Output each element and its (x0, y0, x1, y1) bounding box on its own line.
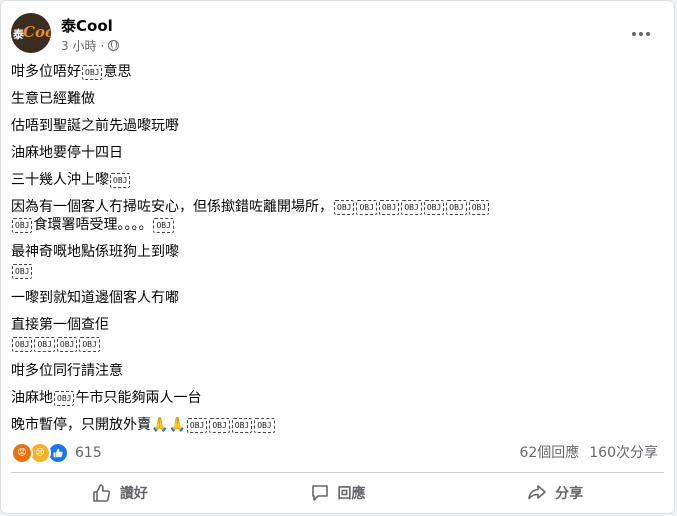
post-text-line: 三十幾人沖上嚟 OBJ (11, 171, 664, 189)
emoji-placeholder: OBJ (186, 417, 208, 433)
post-text-segment: 生意已經難做 (11, 91, 95, 107)
separator-dot: · (100, 38, 105, 53)
post-text-line: 直接第一個查佢 (11, 316, 664, 334)
emoji-placeholder: OBJ (231, 417, 253, 433)
reactions-summary[interactable]: 😡 😢 615 (11, 442, 102, 464)
emoji-placeholder: OBJ (34, 336, 55, 352)
post-text-line: 油麻地要停十四日 (11, 144, 664, 162)
emoji-placeholder: OBJ (54, 390, 75, 406)
emoji-placeholder: OBJ (56, 336, 78, 352)
emoji-placeholder: OBJ (79, 336, 100, 352)
pray-emoji: 🙏 (151, 417, 169, 433)
avatar-text-2: Cool (23, 23, 51, 41)
post-text-segment: 意思 (103, 64, 132, 80)
post-text-segment: 一嚟到就知道邊個客人冇嘟 (11, 290, 179, 306)
post-text-line: 因為有一個客人冇掃咗安心，但係撳錯咗離開場所， OBJ OBJ OBJ OBJ OBJ OB… (11, 198, 664, 234)
emoji-placeholder: OBJ (82, 64, 103, 80)
emoji-placeholder: OBJ (12, 217, 33, 233)
emoji-placeholder: OBJ (110, 172, 131, 188)
author-name[interactable]: 泰Cool (61, 15, 113, 36)
comment-button[interactable]: 回應 (229, 475, 447, 511)
comment-share-counts: 62個回應 160次分享 (519, 442, 658, 462)
post-time[interactable]: 3 小時 (61, 37, 96, 54)
share-button[interactable]: 分享 (446, 475, 664, 511)
post-text-line: 咁多位唔好 OBJ 意思 (11, 63, 664, 81)
emoji-placeholder: OBJ (209, 417, 230, 433)
emoji-placeholder: OBJ (378, 199, 400, 215)
angry-icon: 😡 (11, 442, 33, 464)
post-text-segment: 油麻地 (11, 390, 53, 406)
globe-icon[interactable] (108, 40, 120, 51)
divider (11, 472, 664, 473)
post-text-segment: 最神奇嘅地點係班狗上到嚟 (11, 244, 179, 260)
post-text-line: 油麻地 OBJ 午市只能夠兩人一台 (11, 389, 664, 407)
emoji-placeholder: OBJ (12, 263, 33, 279)
post-stats: 😡 😢 615 62個回應 160次分享 (11, 440, 658, 464)
emoji-placeholder: OBJ (254, 417, 275, 433)
post-text-segment: 咁多位同行請注意 (11, 363, 123, 379)
post-text-line: 晚市暫停，只開放外賣🙏🙏 OBJ OBJ OBJ OBJ (11, 416, 664, 434)
post-text-segment: 油麻地要停十四日 (11, 145, 123, 161)
shares-count[interactable]: 160次分享 (589, 442, 658, 462)
emoji-placeholder: OBJ (423, 199, 445, 215)
post-text-segment: 咁多位唔好 (11, 64, 81, 80)
emoji-placeholder: OBJ (446, 199, 467, 215)
post-text-line: 咁多位同行請注意 (11, 362, 664, 380)
like-button[interactable]: 讚好 (11, 475, 229, 511)
post-text-line: 一嚟到就知道邊個客人冇嘟 (11, 289, 664, 307)
emoji-placeholder: OBJ (334, 199, 355, 215)
post-text-segment: 因為有一個客人冇掃咗安心，但係撳錯咗離開場所， (11, 199, 333, 215)
post-text-segment: 直接第一個查佢 (11, 317, 109, 333)
post-text-segment: 三十幾人沖上嚟 (11, 172, 109, 188)
thumbs-up-icon (93, 484, 110, 502)
avatar[interactable]: 泰 Cool (11, 13, 51, 53)
post-text-segment: 食環署唔受理。。。。 (33, 217, 153, 233)
post-header: 泰 Cool 泰Cool 3 小時 · (11, 13, 664, 57)
share-label: 分享 (555, 486, 584, 502)
post-text-line: 估唔到聖誕之前先過嚟玩嘢 (11, 117, 664, 135)
post-text-line: OBJ OBJ OBJ OBJ (11, 335, 664, 353)
post-text-segment: 估唔到聖誕之前先過嚟玩嘢 (11, 118, 179, 134)
pray-emoji: 🙏 (168, 417, 186, 433)
post-text-line: 生意已經難做 (11, 90, 664, 108)
post-text-segment: 晚市暫停，只開放外賣 (11, 417, 151, 433)
emoji-placeholder: OBJ (12, 336, 33, 352)
emoji-placeholder: OBJ (153, 217, 174, 233)
emoji-placeholder: OBJ (356, 199, 377, 215)
more-dots-icon[interactable] (626, 19, 656, 49)
comment-label: 回應 (337, 486, 366, 502)
post-card: 泰 Cool 泰Cool 3 小時 · 咁多位唔好OBJ意思生意已經難做估唔到聖… (0, 0, 675, 514)
post-text-line: OBJ (11, 262, 664, 280)
post-text-line: 最神奇嘅地點係班狗上到嚟 (11, 243, 664, 261)
post-text-segment: 午市只能夠兩人一台 (75, 390, 202, 406)
share-icon (528, 485, 546, 500)
post-meta: 3 小時 · (61, 37, 120, 54)
action-bar: 讚好 回應 分享 (11, 475, 664, 511)
reactions-count: 615 (75, 445, 102, 461)
emoji-placeholder: OBJ (401, 199, 422, 215)
post-body: 咁多位唔好 OBJ 意思 生意已經難做 估唔到聖誕之前先過嚟玩嘢 油麻地要停十四日 三十幾人… (11, 63, 664, 434)
comment-icon (311, 485, 328, 501)
comments-count[interactable]: 62個回應 (519, 442, 579, 462)
like-label: 讚好 (119, 486, 148, 502)
emoji-placeholder: OBJ (468, 199, 490, 215)
